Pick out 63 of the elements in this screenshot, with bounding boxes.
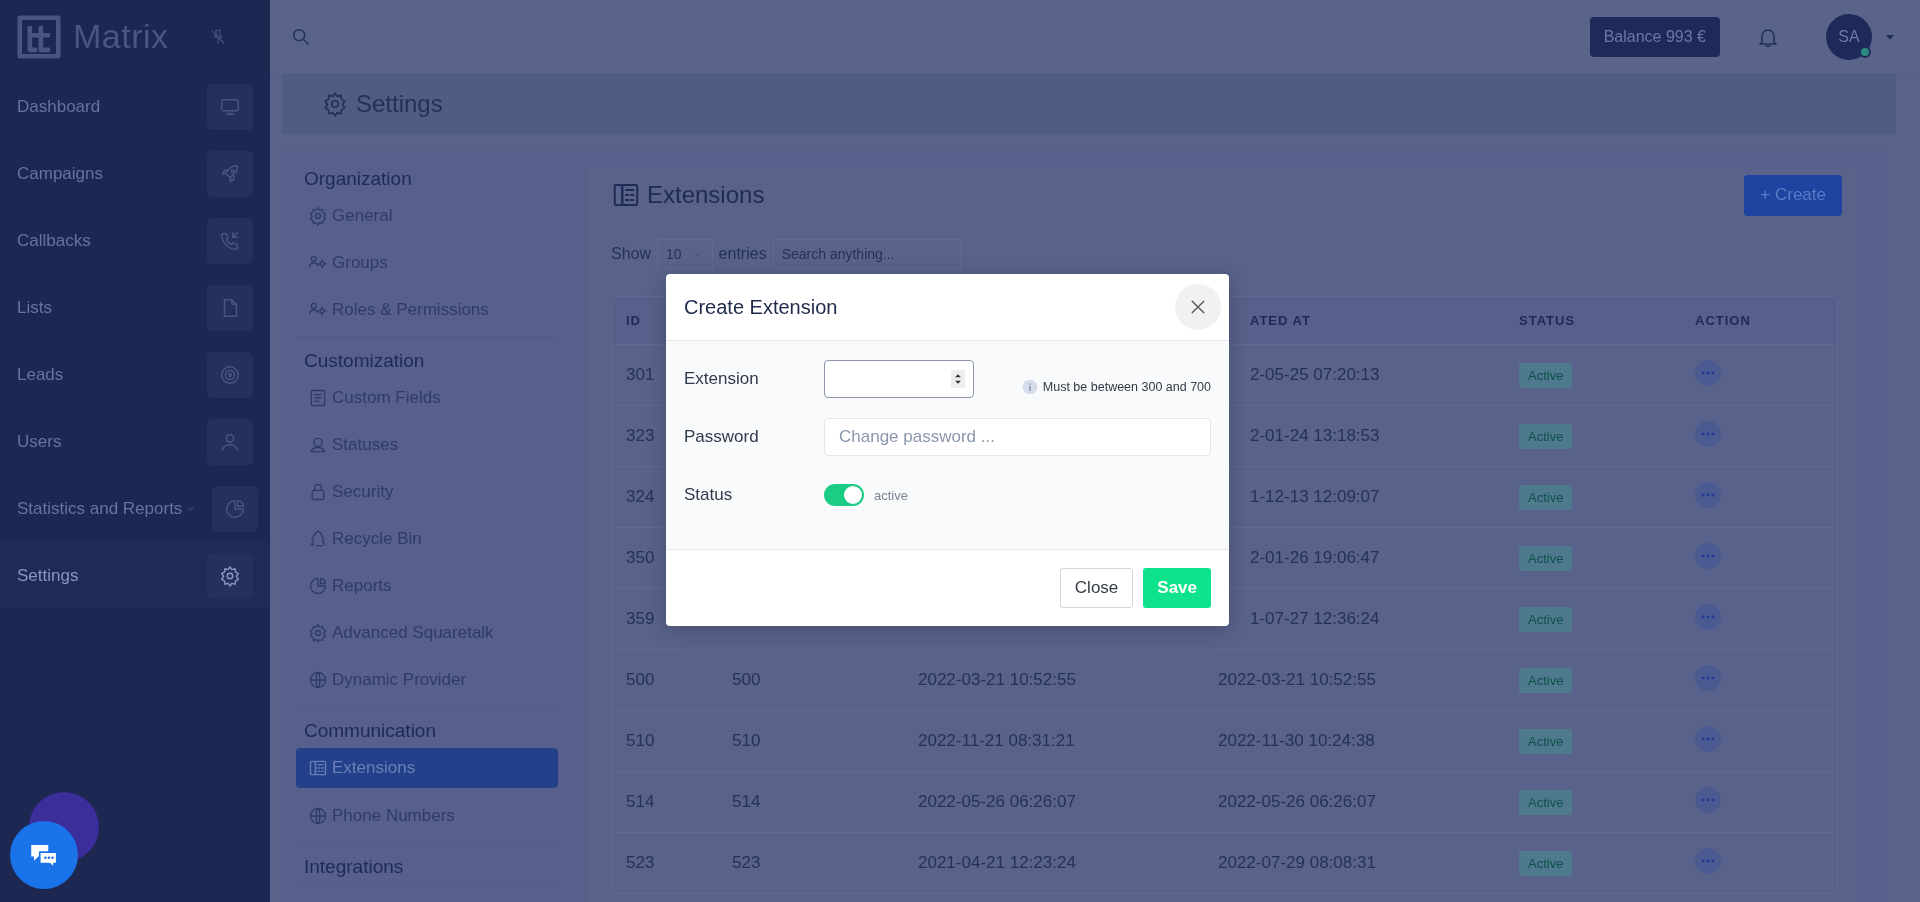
close-button[interactable]: [1175, 284, 1221, 330]
sidebar-item[interactable]: Settings: [0, 542, 270, 609]
number-field[interactable]: [824, 360, 974, 398]
sidebar-item[interactable]: Lists: [0, 274, 270, 341]
more-icon[interactable]: [1695, 359, 1721, 386]
settings-icon: [322, 91, 348, 117]
more-icon[interactable]: [1695, 420, 1721, 447]
status-badge: Active: [1519, 363, 1573, 388]
status-badge: Active: [1519, 851, 1573, 876]
column-header: ID: [625, 313, 642, 328]
sidebar-item[interactable]: Statistics and Reports: [0, 475, 270, 542]
column-header: STATUS: [1518, 313, 1577, 328]
password-field[interactable]: Change password ...: [824, 418, 1211, 456]
toggle-switch[interactable]: [824, 484, 864, 506]
column-header: ATED AT: [1249, 313, 1312, 328]
close-button[interactable]: Close: [1059, 568, 1134, 608]
save-button[interactable]: Save: [1143, 568, 1211, 608]
pie-chart-icon: [224, 497, 247, 520]
list-icon: [308, 387, 328, 408]
target-icon: [219, 363, 241, 386]
phone-callback-icon: [219, 229, 241, 252]
settings-icon: [219, 564, 241, 587]
sidebar-item[interactable]: Leads: [0, 341, 270, 408]
more-icon[interactable]: [1695, 664, 1721, 691]
more-icon[interactable]: [1695, 725, 1721, 752]
status-badge: Active: [1519, 485, 1573, 510]
avatar[interactable]: SA: [1826, 13, 1872, 60]
status-badge: Active: [1519, 790, 1573, 815]
settings-icon: [308, 205, 328, 226]
rocket-icon: [219, 162, 241, 185]
pie-chart-icon: [308, 575, 328, 596]
more-icon[interactable]: [1695, 603, 1721, 630]
sidebar-item[interactable]: Users: [0, 408, 270, 475]
status-badge: Active: [1519, 607, 1573, 632]
sidebar-item[interactable]: Callbacks: [0, 207, 270, 274]
field-label: Password: [684, 427, 760, 447]
status-badge: Active: [1519, 668, 1573, 693]
field-label: Status: [684, 485, 734, 505]
settings-menu-item[interactable]: Extensions: [296, 748, 558, 788]
balance-button[interactable]: Balance 993 €: [1589, 16, 1720, 57]
settings-icon: [308, 622, 328, 643]
sidebar-item[interactable]: Campaigns: [0, 140, 270, 207]
section-title: Extensions: [647, 181, 765, 209]
more-icon[interactable]: [1695, 542, 1721, 569]
column-header: ACTION: [1694, 313, 1752, 328]
toggle-caption: active: [874, 487, 908, 503]
modal-title: Create Extension: [684, 295, 839, 319]
more-icon[interactable]: [1695, 481, 1721, 508]
more-icon[interactable]: [1695, 847, 1721, 874]
field-hint: Must be between 300 and 700: [1042, 380, 1211, 394]
globe-icon: [308, 669, 328, 690]
phonebook-icon: [308, 758, 328, 778]
create-button[interactable]: + Create: [1744, 174, 1842, 216]
status-badge: Active: [1519, 729, 1573, 754]
globe-icon: [308, 805, 328, 826]
info-icon: [1021, 379, 1038, 395]
logo-icon: [17, 14, 61, 59]
spinner-icon: [951, 370, 965, 388]
status-badge: Active: [1519, 546, 1573, 571]
field-label: Extension: [684, 369, 760, 389]
sidebar-item[interactable]: Dashboard: [0, 73, 270, 140]
status-badge: Active: [1519, 424, 1573, 449]
more-icon[interactable]: [1695, 786, 1721, 813]
